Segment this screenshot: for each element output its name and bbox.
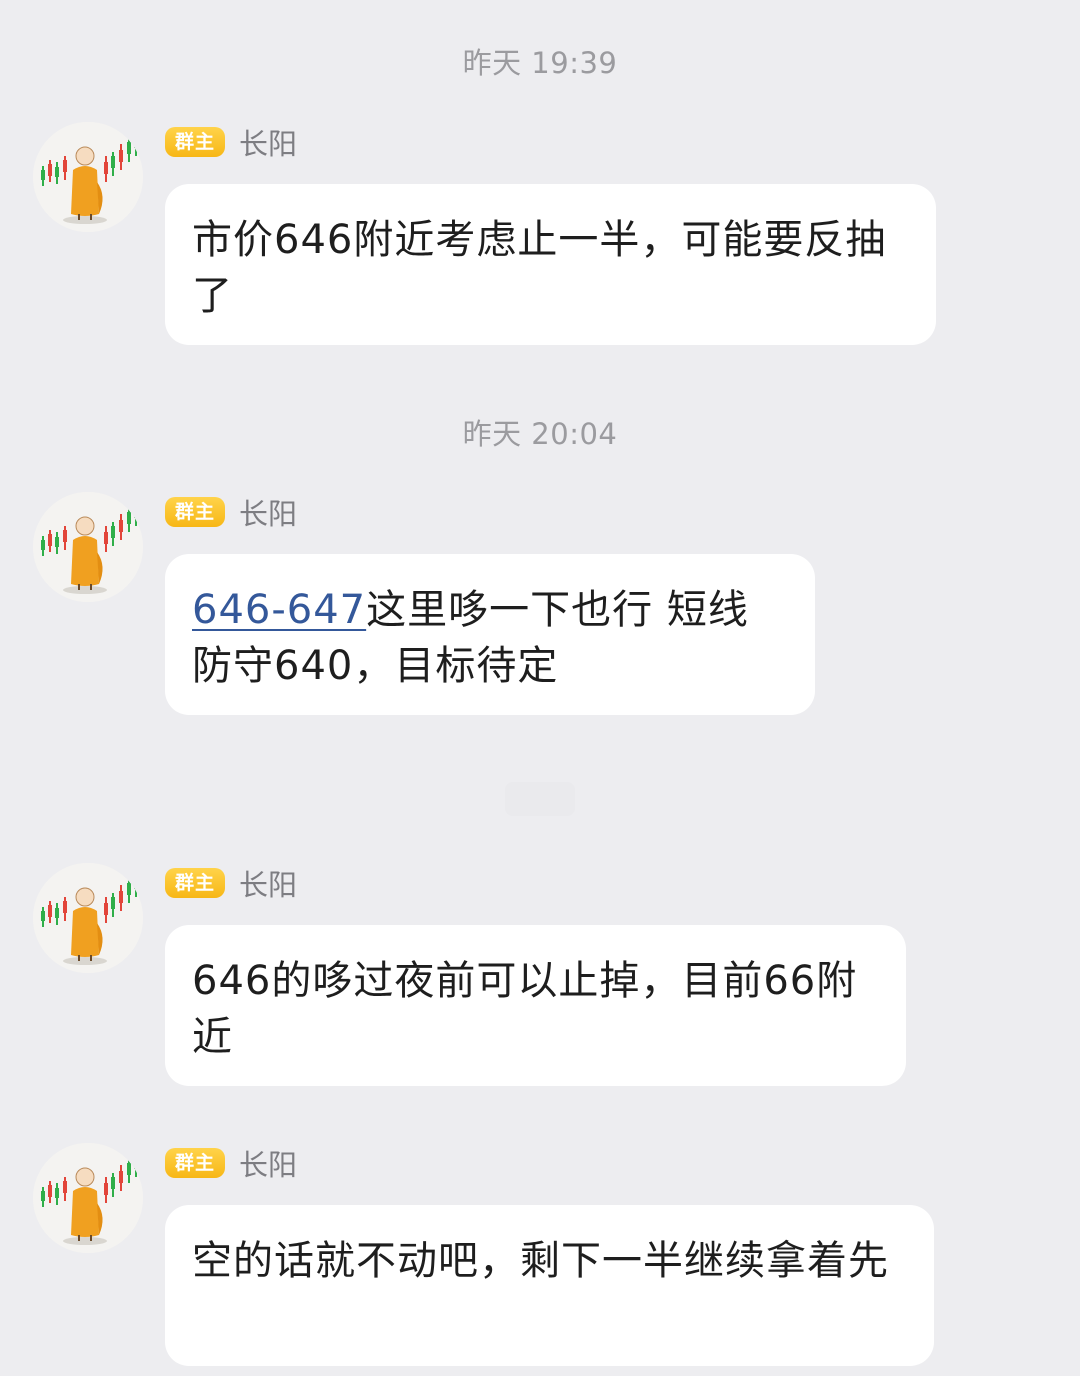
sender-name[interactable]: 长阳 xyxy=(239,121,297,163)
sender-meta: 群主 长阳 xyxy=(165,492,297,532)
sender-meta: 群主 长阳 xyxy=(165,122,297,162)
message-bubble[interactable]: 空的话就不动吧，剩下一半继续拿着先 xyxy=(165,1205,934,1366)
chat-history[interactable]: 昨天 19:39 群主 长阳 市价646附近考虑止一半，可能要反抽了 昨天 20… xyxy=(0,0,1080,1376)
owner-badge: 群主 xyxy=(165,1148,226,1178)
avatar[interactable] xyxy=(33,1143,143,1253)
monk-avatar-icon xyxy=(33,122,143,232)
message-bubble[interactable]: 646的哆过夜前可以止掉，目前66附近 xyxy=(165,925,906,1086)
avatar[interactable] xyxy=(33,492,143,602)
timestamp: 昨天 20:04 xyxy=(462,417,618,451)
owner-badge: 群主 xyxy=(165,868,226,898)
owner-badge: 群主 xyxy=(165,127,226,157)
message-text: 空的话就不动吧，剩下一半继续拿着先 xyxy=(192,1238,889,1284)
monk-avatar-icon xyxy=(33,1143,143,1253)
message-text: 市价646附近考虑止一半，可能要反抽了 xyxy=(192,217,887,319)
message-bubble[interactable]: 646-647这里哆一下也行 短线防守640，目标待定 xyxy=(165,554,815,715)
timestamp: 昨天 19:39 xyxy=(462,46,618,80)
owner-badge: 群主 xyxy=(165,497,226,527)
sender-name[interactable]: 长阳 xyxy=(239,862,297,904)
monk-avatar-icon xyxy=(33,492,143,602)
avatar[interactable] xyxy=(33,122,143,232)
avatar[interactable] xyxy=(33,863,143,973)
price-range-link[interactable]: 646-647 xyxy=(192,587,366,633)
sender-meta: 群主 长阳 xyxy=(165,1143,297,1183)
monk-avatar-icon xyxy=(33,863,143,973)
sender-meta: 群主 长阳 xyxy=(165,863,297,903)
sender-name[interactable]: 长阳 xyxy=(239,1142,297,1184)
message-bubble[interactable]: 市价646附近考虑止一半，可能要反抽了 xyxy=(165,184,936,345)
sender-name[interactable]: 长阳 xyxy=(239,491,297,533)
faint-divider xyxy=(505,782,575,816)
message-text: 646的哆过夜前可以止掉，目前66附近 xyxy=(192,958,858,1060)
